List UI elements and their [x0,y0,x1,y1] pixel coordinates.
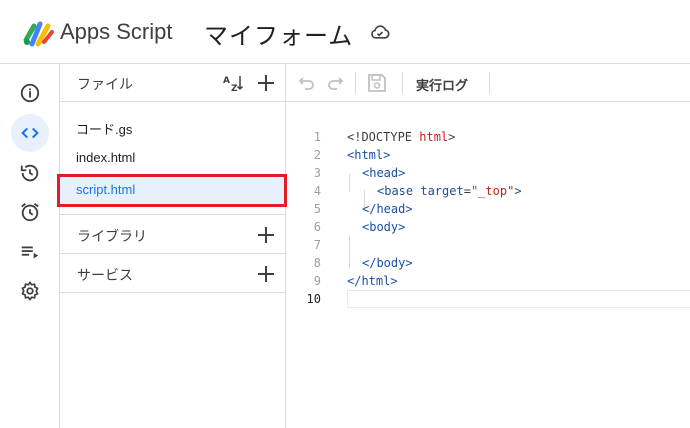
code-line: 3 <head> [286,164,690,182]
file-label: コード.gs [76,122,133,137]
code-line: 4 <base target="_top"> [286,182,690,200]
code-token: target [420,184,464,198]
executions-button[interactable] [11,233,49,271]
libraries-label: ライブラリ [77,228,147,244]
add-file-icon[interactable] [255,72,277,94]
code-token: > [514,184,522,198]
line-number: 4 [313,184,321,198]
code-line: 10 [286,290,690,308]
code-line: 6 <body> [286,218,690,236]
libraries-section[interactable]: ライブラリ [60,214,286,253]
project-title[interactable]: マイフォーム [204,16,353,51]
code-line: 5 </head> [286,200,690,218]
line-number: 10 [306,292,321,306]
code-icon [21,127,39,139]
code-token: "_top" [470,184,515,198]
code-line: 9 </html> [286,272,690,290]
undo-icon[interactable] [296,72,318,94]
svg-text:A: A [223,76,230,86]
code-line: 2 <html> [286,146,690,164]
sort-az-icon[interactable]: A Z [222,72,244,94]
code-line: 1 <!DOCTYPE html> [286,128,690,146]
files-header: ファイル A Z [60,64,286,102]
services-label: サービス [77,267,133,283]
code-editor[interactable]: 1 <!DOCTYPE html> 2 <html> 3 <head> 4 <b… [286,102,690,428]
code-token: </html> [347,274,398,288]
line-number: 3 [313,166,321,180]
code-token: <html> [347,148,391,162]
overview-button[interactable] [11,74,49,112]
code-token: <base [377,184,421,198]
execution-log-button[interactable]: 実行ログ [416,75,468,94]
code-token: <body> [362,220,406,234]
history-icon [20,164,39,182]
file-item-script-html[interactable]: script.html [57,174,287,207]
code-token: html [419,130,449,144]
line-number: 1 [313,130,321,144]
app-header: Apps Script マイフォーム [0,0,690,64]
line-number: 2 [313,148,321,162]
redo-icon[interactable] [324,72,346,94]
code-token: </body> [362,256,413,270]
highlight-annotation-box [57,174,287,207]
files-panel: ファイル A Z コード.gs index.html script.html ラ… [57,64,287,428]
triggers-button[interactable] [11,193,49,231]
add-library-icon[interactable] [255,224,277,246]
add-service-icon[interactable] [255,263,277,285]
line-number: 8 [313,256,321,270]
code-line: 8 </body> [286,254,690,272]
services-section[interactable]: サービス [60,253,286,293]
line-number: 9 [313,274,321,288]
file-item-code-gs[interactable]: コード.gs [60,112,286,143]
apps-script-logo[interactable] [22,18,54,48]
gear-icon [21,281,39,301]
file-label: index.html [76,150,136,165]
settings-button[interactable] [11,272,49,310]
editor-toolbar: 実行ログ [286,64,690,102]
files-title: ファイル [77,76,133,92]
toolbar-divider [402,72,403,94]
code-token: </head> [362,202,413,216]
code-token: <head> [362,166,406,180]
toolbar-divider [489,72,490,94]
app-name: Apps Script [60,19,173,44]
line-number: 7 [313,238,321,252]
alarm-icon [21,203,39,222]
executions-list-icon [21,246,39,259]
code-token: <!DOCTYPE [347,130,420,144]
info-icon [20,83,40,103]
left-nav-rail [0,64,60,428]
cloud-saved-icon [371,25,390,39]
code-line: 7 [286,236,690,254]
toolbar-divider [355,72,356,94]
code-token: > [448,130,456,144]
svg-text:Z: Z [231,84,238,94]
line-number: 6 [313,220,321,234]
code-token: = [463,184,471,198]
save-icon[interactable] [366,72,388,94]
line-number: 5 [313,202,321,216]
file-item-index-html[interactable]: index.html [60,143,286,174]
editor-button[interactable] [11,114,49,152]
history-button[interactable] [11,154,49,192]
